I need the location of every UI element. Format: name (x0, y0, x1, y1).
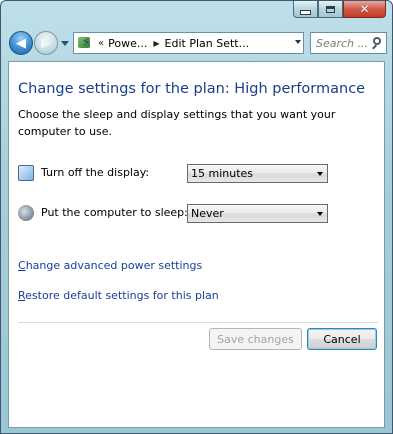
chevron-down-icon (317, 172, 323, 176)
restore-default-settings-link[interactable]: Restore default settings for this plan (18, 289, 219, 302)
link-text: hange advanced power settings (25, 259, 203, 272)
breadcrumb-power-options[interactable]: Powe... (108, 37, 147, 50)
caption-buttons: ✕ (293, 1, 386, 18)
page-title: Change settings for the plan: High perfo… (18, 81, 366, 97)
maximize-icon (326, 5, 335, 13)
breadcrumb-overflow-chevron[interactable]: « (98, 38, 104, 49)
recent-pages-dropdown[interactable] (61, 41, 69, 46)
cancel-button[interactable]: Cancel (307, 328, 377, 350)
breadcrumb-separator-icon[interactable]: ▶ (153, 39, 159, 48)
address-bar[interactable]: ⚡ « Powe... ▶ Edit Plan Sett... (73, 32, 304, 54)
close-icon: ✕ (359, 2, 370, 16)
sleep-setting-label: Put the computer to sleep: (41, 206, 188, 219)
save-changes-button[interactable]: Save changes (209, 328, 302, 350)
display-setting-label: Turn off the display: (41, 166, 150, 179)
minimize-icon (300, 9, 311, 15)
sleep-setting-row: Put the computer to sleep: Never (18, 204, 338, 224)
control-panel-window: ✕ ◀ ▶ ⚡ « Powe... ▶ Edit Plan Sett... ↺ … (0, 0, 393, 434)
display-setting-row: Turn off the display: 15 minutes (18, 164, 338, 184)
maximize-button[interactable] (318, 1, 343, 18)
search-icon[interactable] (373, 37, 381, 45)
search-input[interactable]: Search ... (316, 37, 368, 50)
back-arrow-icon: ◀ (16, 35, 26, 51)
divider (18, 322, 378, 323)
power-options-icon: ⚡ (77, 35, 93, 51)
forward-button[interactable]: ▶ (34, 31, 58, 55)
breadcrumb-edit-plan-settings[interactable]: Edit Plan Sett... (165, 37, 250, 50)
search-box[interactable]: Search ... (310, 32, 387, 54)
minimize-button[interactable] (293, 1, 318, 18)
link-text: estore default settings for this plan (25, 289, 219, 302)
navigation-bar: ◀ ▶ ⚡ « Powe... ▶ Edit Plan Sett... ↺ Se… (1, 28, 392, 58)
sleep-moon-icon (18, 205, 34, 221)
turn-off-display-select[interactable]: 15 minutes (187, 164, 328, 183)
chevron-down-icon (317, 212, 323, 216)
main-content: Change settings for the plan: High perfo… (8, 61, 385, 428)
forward-arrow-icon: ▶ (41, 35, 51, 51)
title-bar[interactable]: ✕ (1, 1, 392, 27)
monitor-icon (18, 165, 34, 181)
turn-off-display-value: 15 minutes (191, 167, 254, 180)
link-accelerator-letter: C (18, 259, 26, 272)
page-description: Choose the sleep and display settings th… (18, 108, 336, 138)
sleep-value: Never (191, 207, 224, 220)
back-button[interactable]: ◀ (9, 31, 33, 55)
address-dropdown-icon[interactable] (295, 40, 301, 44)
sleep-select[interactable]: Never (187, 204, 328, 223)
change-advanced-power-settings-link[interactable]: Change advanced power settings (18, 259, 202, 272)
close-button[interactable]: ✕ (343, 1, 386, 18)
